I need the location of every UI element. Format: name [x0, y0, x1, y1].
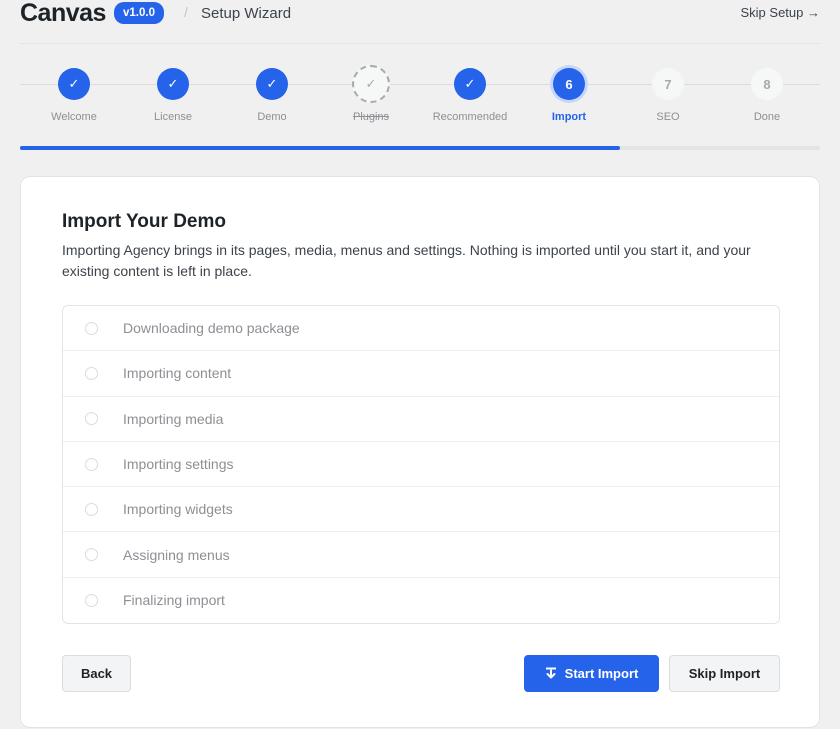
step-label: SEO — [656, 111, 680, 123]
list-item: Importing content — [63, 351, 779, 397]
check-icon: ✓ — [157, 68, 189, 100]
task-list: Downloading demo package Importing conte… — [62, 305, 780, 625]
pending-status-icon — [85, 457, 98, 471]
task-label: Importing settings — [123, 456, 234, 473]
breadcrumb-separator: / — [184, 4, 188, 20]
card-title: Import Your Demo — [62, 211, 226, 232]
step-recommended[interactable]: ✓ Recommended — [420, 68, 520, 123]
list-item: Assigning menus — [63, 532, 779, 578]
step-seo[interactable]: 7 SEO — [618, 68, 718, 123]
header: Canvas v1.0.0 / Setup Wizard Skip Setup … — [20, 0, 820, 44]
step-number: 6 — [553, 68, 585, 100]
step-license[interactable]: ✓ License — [123, 68, 223, 123]
start-import-label: Start Import — [564, 666, 639, 681]
task-label: Downloading demo package — [123, 320, 300, 337]
step-label: License — [154, 111, 192, 123]
pending-status-icon — [85, 366, 98, 380]
skip-import-button[interactable]: Skip Import — [669, 655, 780, 692]
progress-track — [20, 146, 820, 150]
pending-status-icon — [85, 502, 98, 516]
page-title: Setup Wizard — [201, 5, 292, 22]
task-label: Finalizing import — [123, 592, 225, 609]
step-label: Welcome — [51, 111, 97, 123]
step-plugins[interactable]: ✓ Plugins — [321, 65, 421, 123]
pending-status-icon — [85, 321, 98, 335]
card-description: Importing Agency brings in its pages, me… — [62, 242, 751, 279]
step-import[interactable]: 6 Import — [519, 68, 619, 123]
logo: Canvas — [20, 0, 106, 27]
version-badge: v1.0.0 — [114, 2, 164, 24]
list-item: Downloading demo package — [63, 306, 779, 352]
step-demo[interactable]: ✓ Demo — [222, 68, 322, 123]
back-button[interactable]: Back — [62, 655, 131, 692]
check-icon: ✓ — [352, 65, 390, 103]
check-icon: ✓ — [58, 68, 90, 100]
pending-status-icon — [85, 593, 98, 607]
step-number: 8 — [751, 68, 783, 100]
list-item: Finalizing import — [63, 578, 779, 623]
pending-status-icon — [85, 412, 98, 426]
download-icon — [545, 667, 557, 680]
start-import-button[interactable]: Start Import — [524, 655, 659, 692]
list-item: Importing widgets — [63, 487, 779, 533]
task-label: Importing content — [123, 365, 232, 382]
step-label: Plugins — [352, 111, 390, 123]
task-label: Importing media — [123, 410, 224, 427]
check-icon: ✓ — [454, 68, 486, 100]
step-label: Import — [551, 111, 587, 123]
pending-status-icon — [85, 548, 98, 562]
step-label: Done — [753, 111, 781, 123]
step-label: Demo — [257, 111, 287, 123]
progress-fill — [20, 146, 620, 150]
list-item: Importing media — [63, 397, 779, 442]
step-welcome[interactable]: ✓ Welcome — [24, 68, 124, 123]
step-label: Recommended — [432, 111, 508, 123]
stepper: ✓ Welcome ✓ License ✓ Demo ✓ Plugins ✓ Recommende… — [20, 62, 820, 152]
list-item: Importing settings — [63, 442, 779, 488]
task-label: Assigning menus — [123, 546, 230, 563]
check-icon: ✓ — [256, 68, 288, 100]
step-number: 7 — [652, 68, 684, 100]
task-label: Importing widgets — [123, 501, 233, 518]
skip-setup-link[interactable]: Skip Setup → — [741, 5, 821, 20]
step-done[interactable]: 8 Done — [717, 68, 817, 123]
import-card: Import Your Demo Importing Agency brings… — [20, 176, 820, 728]
